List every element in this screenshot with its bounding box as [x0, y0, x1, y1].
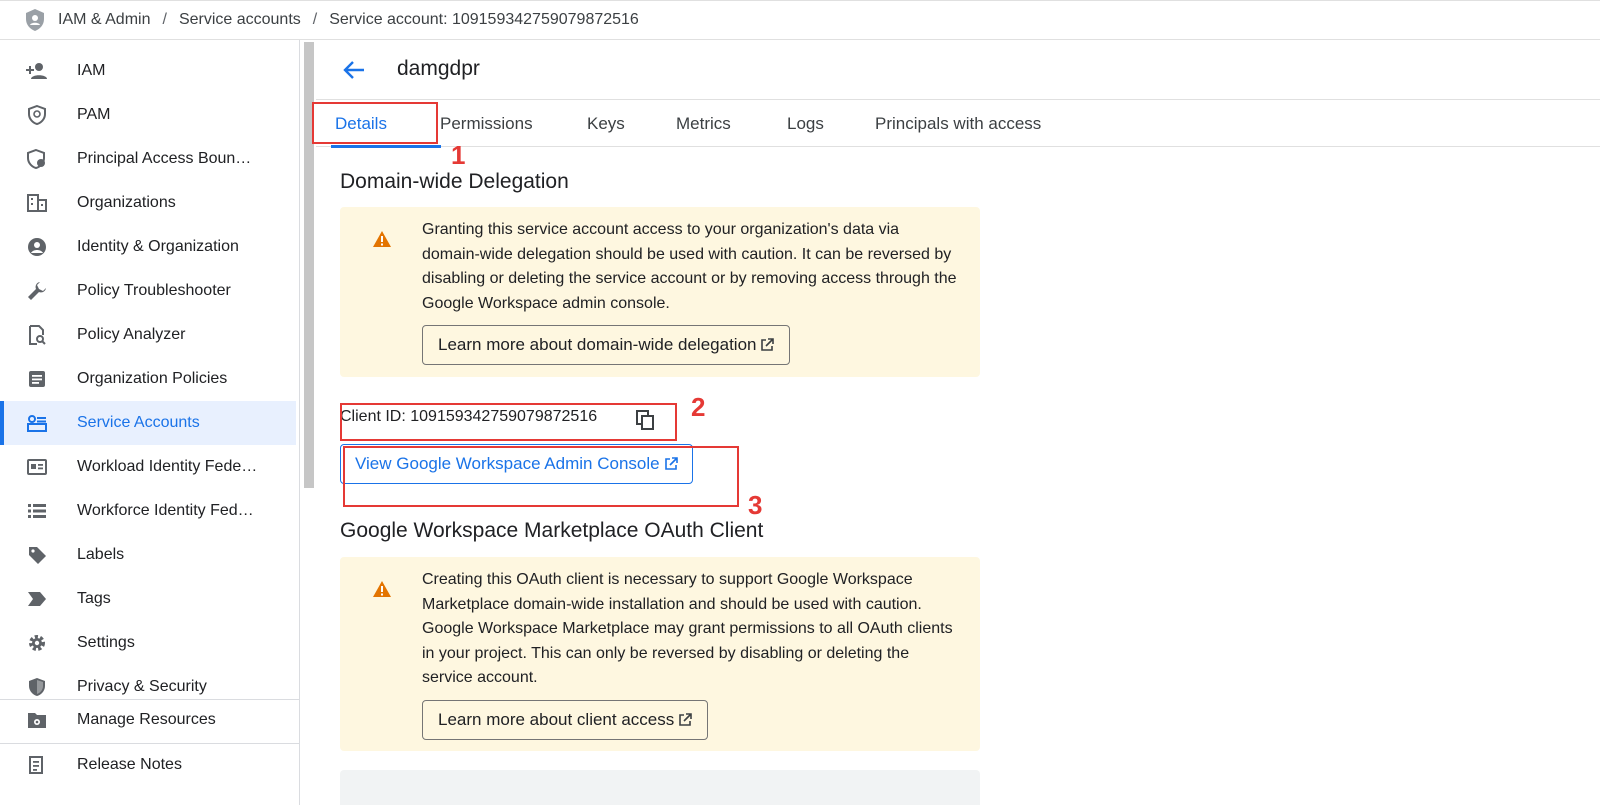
sidebar-item-label: Tags	[77, 590, 111, 607]
folder-gear-icon	[26, 709, 48, 731]
account-circle-icon	[26, 236, 48, 258]
delegation-warning-text: Granting this service account access to …	[422, 221, 957, 312]
sidebar-item-label: Policy Troubleshooter	[77, 282, 231, 299]
sidebar-item-label: IAM	[77, 62, 106, 79]
sidebar-item-label: Organization Policies	[77, 370, 228, 387]
annotation-number-1: 1	[451, 140, 466, 170]
list-icon	[26, 500, 48, 522]
sidebar-item-workload-identity[interactable]: Workload Identity Fede…	[0, 445, 296, 489]
sidebar-item-pam[interactable]: PAM	[0, 93, 296, 137]
sidebar-item-label: Release Notes	[77, 756, 182, 773]
sidebar-item-label: Policy Analyzer	[77, 326, 186, 343]
sidebar-item-label: Organizations	[77, 194, 176, 211]
notes-icon	[26, 754, 48, 776]
sidebar-item-policy-analyzer[interactable]: Policy Analyzer	[0, 313, 296, 357]
back-button[interactable]	[340, 56, 368, 84]
policy-list-icon	[26, 368, 48, 390]
breadcrumb-separator: /	[162, 11, 167, 28]
sidebar-item-label: Principal Access Boun…	[77, 150, 252, 167]
marketplace-section-title: Google Workspace Marketplace OAuth Clien…	[340, 519, 764, 542]
breadcrumb-separator: /	[312, 11, 318, 28]
sidebar-item-policy-troubleshooter[interactable]: Policy Troubleshooter	[0, 269, 296, 313]
button-label: Learn more about client access	[438, 710, 675, 729]
sidebar-item-label: Privacy & Security	[77, 678, 207, 695]
learn-more-client-access-button[interactable]: Learn more about client access	[422, 700, 709, 740]
sidebar-item-tags[interactable]: Tags	[0, 577, 296, 621]
marketplace-warning-box: Creating this OAuth client is necessary …	[340, 557, 980, 751]
sidebar-item-label: Identity & Organization	[77, 238, 239, 255]
sidebar-item-label: Labels	[77, 546, 125, 563]
tab-principals-with-access[interactable]: Principals with access	[875, 101, 1041, 147]
sidebar-item-manage-resources[interactable]: Manage Resources	[0, 698, 296, 742]
page-title: damgdpr	[397, 57, 480, 80]
breadcrumb-iam-admin[interactable]: IAM & Admin	[58, 11, 150, 29]
gear-icon	[26, 632, 48, 654]
sidebar-item-labels[interactable]: Labels	[0, 533, 296, 577]
shield-clock-icon	[26, 104, 48, 126]
warning-icon	[373, 581, 391, 597]
annotation-box-2	[340, 403, 677, 441]
annotation-box-1	[312, 102, 438, 144]
sidebar-item-label: Workforce Identity Fed…	[77, 502, 254, 519]
breadcrumb: IAM & Admin / Service accounts / Service…	[0, 0, 1600, 40]
shield-check-icon	[26, 676, 48, 698]
annotation-box-3	[343, 446, 739, 507]
shield-icon	[24, 8, 48, 32]
annotation-number-3: 3	[748, 490, 763, 520]
sidebar-item-organization-policies[interactable]: Organization Policies	[0, 357, 296, 401]
tab-label: Permissions	[440, 114, 533, 133]
external-link-icon	[761, 338, 775, 351]
sidebar-item-release-notes[interactable]: Release Notes	[0, 743, 296, 787]
sidebar-item-workforce-identity[interactable]: Workforce Identity Fed…	[0, 489, 296, 533]
building-icon	[26, 192, 48, 214]
sidebar-item-identity-organization[interactable]: Identity & Organization	[0, 225, 296, 269]
sidebar-item-label: Service Accounts	[77, 414, 200, 431]
tab-label: Logs	[787, 114, 824, 133]
sidebar-item-label: Manage Resources	[77, 711, 216, 728]
sidebar-item-organizations[interactable]: Organizations	[0, 181, 296, 225]
learn-more-delegation-button[interactable]: Learn more about domain-wide delegation	[422, 325, 791, 365]
shield-gear-icon	[26, 148, 48, 170]
delegation-section-title: Domain-wide Delegation	[340, 170, 569, 193]
annotation-number-2: 2	[691, 392, 706, 422]
tab-logs[interactable]: Logs	[787, 101, 824, 147]
tag-icon	[26, 588, 48, 610]
delegation-warning-box: Granting this service account access to …	[340, 207, 980, 377]
tab-bar: Details Permissions Keys Metrics Logs Pr…	[316, 101, 1600, 148]
tab-metrics[interactable]: Metrics	[676, 101, 731, 147]
sidebar-item-principal-access-boundary[interactable]: Principal Access Boun…	[0, 137, 296, 181]
person-add-icon	[26, 60, 48, 82]
tab-keys[interactable]: Keys	[587, 101, 625, 147]
tab-label: Principals with access	[875, 114, 1042, 133]
warning-icon	[373, 231, 391, 247]
title-row: damgdpr	[316, 40, 1600, 100]
info-box	[340, 770, 980, 805]
breadcrumb-service-accounts[interactable]: Service accounts	[179, 11, 301, 29]
sidebar-item-label: PAM	[77, 106, 111, 123]
sidebar: IAM PAM Principal Access Boun… Organizat…	[0, 40, 300, 805]
sidebar-item-service-accounts[interactable]: Service Accounts	[0, 401, 296, 445]
arrow-left-icon	[343, 61, 364, 79]
wrench-icon	[26, 280, 48, 302]
button-label: Learn more about domain-wide delegation	[438, 335, 757, 354]
active-tab-indicator	[331, 145, 441, 148]
service-account-icon	[26, 412, 48, 434]
sidebar-item-label: Settings	[77, 634, 135, 651]
marketplace-warning-text: Creating this OAuth client is necessary …	[422, 571, 953, 686]
tab-label: Keys	[587, 114, 625, 133]
external-link-icon	[679, 713, 693, 726]
label-icon	[26, 544, 48, 566]
sidebar-item-settings[interactable]: Settings	[0, 621, 296, 665]
breadcrumb-current: Service account: 109159342759079872516	[329, 11, 639, 28]
document-search-icon	[26, 324, 48, 346]
sidebar-item-label: Workload Identity Fede…	[77, 458, 258, 475]
tab-label: Metrics	[676, 114, 731, 133]
sidebar-item-iam[interactable]: IAM	[0, 49, 296, 93]
id-card-icon	[26, 456, 48, 478]
